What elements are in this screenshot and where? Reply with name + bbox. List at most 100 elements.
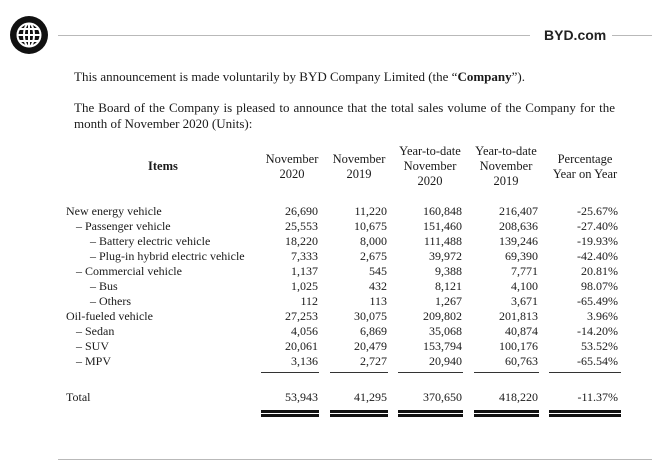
header-line: 2019 bbox=[346, 167, 372, 181]
table-row-label: – Battery electric vehicle bbox=[90, 234, 211, 248]
cell-nov-2019: 113 bbox=[369, 294, 387, 308]
cell-nov-2020: 18,220 bbox=[285, 234, 318, 248]
cell-nov-2020: 27,253 bbox=[285, 309, 318, 323]
header-line: Year-to-date bbox=[399, 144, 461, 158]
cell-yoy-pct: -65.54% bbox=[577, 354, 618, 368]
site-link[interactable]: BYD.com bbox=[544, 27, 606, 43]
table-row-label: – Sedan bbox=[76, 324, 115, 338]
intro-text: This announcement is made voluntarily by… bbox=[74, 69, 458, 84]
cell-ytd-2019: 69,390 bbox=[505, 249, 538, 263]
header-line: 2019 bbox=[493, 174, 519, 188]
column-header-ytd-2019: Year-to-date November 2019 bbox=[470, 144, 542, 189]
cell-nov-2020: 112 bbox=[300, 294, 318, 308]
table-row-label: – Bus bbox=[90, 279, 118, 293]
cell-nov-2019: 6,869 bbox=[360, 324, 387, 338]
cell-ytd-2019: 60,763 bbox=[505, 354, 538, 368]
cell-ytd-2020: 8,121 bbox=[435, 279, 462, 293]
header-line: Year-to-date bbox=[475, 144, 537, 158]
cell-yoy-pct: -27.40% bbox=[577, 219, 618, 233]
cell-ytd-2020: 35,068 bbox=[429, 324, 462, 338]
cell-ytd-2019: 4,100 bbox=[511, 279, 538, 293]
header-line: November bbox=[332, 152, 386, 166]
table-row-label: – Commercial vehicle bbox=[76, 264, 182, 278]
header-line: November bbox=[265, 152, 319, 166]
cell-nov-2019: 432 bbox=[369, 279, 387, 293]
cell-ytd-2019: 216,407 bbox=[499, 204, 538, 218]
total-double-rule bbox=[330, 410, 388, 417]
cell-yoy-pct: -19.93% bbox=[577, 234, 618, 248]
company-term: Company bbox=[457, 69, 512, 84]
header-divider-right bbox=[612, 35, 652, 36]
subtotal-rule bbox=[261, 372, 319, 373]
cell-nov-2020: 1,137 bbox=[291, 264, 318, 278]
cell-ytd-2020: 1,267 bbox=[435, 294, 462, 308]
subtotal-rule bbox=[330, 372, 388, 373]
cell-ytd-2019: 201,813 bbox=[499, 309, 538, 323]
column-header-nov-2019: November 2019 bbox=[328, 152, 390, 182]
subtotal-rule bbox=[474, 372, 539, 373]
cell-nov-2020: 4,056 bbox=[291, 324, 318, 338]
cell-nov-2020: 26,690 bbox=[285, 204, 318, 218]
cell-nov-2019: 20,479 bbox=[354, 339, 387, 353]
table-row-label: – Passenger vehicle bbox=[76, 219, 171, 233]
total-cell-ytd-2019: 418,220 bbox=[499, 390, 538, 404]
table-row-label: Oil-fueled vehicle bbox=[66, 309, 153, 323]
intro-text-end: ”). bbox=[511, 69, 525, 84]
cell-yoy-pct: 20.81% bbox=[581, 264, 618, 278]
cell-ytd-2019: 7,771 bbox=[511, 264, 538, 278]
cell-yoy-pct: 98.07% bbox=[581, 279, 618, 293]
cell-ytd-2020: 20,940 bbox=[429, 354, 462, 368]
table-row-label: New energy vehicle bbox=[66, 204, 162, 218]
header-line: November bbox=[403, 159, 457, 173]
header-line: Year on Year bbox=[552, 167, 618, 181]
cell-nov-2019: 545 bbox=[369, 264, 387, 278]
total-row-label: Total bbox=[66, 390, 91, 404]
cell-yoy-pct: 3.96% bbox=[587, 309, 618, 323]
cell-nov-2020: 7,333 bbox=[291, 249, 318, 263]
cell-yoy-pct: -65.49% bbox=[577, 294, 618, 308]
cell-nov-2020: 1,025 bbox=[291, 279, 318, 293]
header-line: 2020 bbox=[279, 167, 305, 181]
cell-ytd-2020: 9,388 bbox=[435, 264, 462, 278]
table-row-label: – Others bbox=[90, 294, 131, 308]
cell-ytd-2020: 160,848 bbox=[423, 204, 462, 218]
cell-yoy-pct: -14.20% bbox=[577, 324, 618, 338]
cell-nov-2019: 10,675 bbox=[354, 219, 387, 233]
total-cell-nov-2020: 53,943 bbox=[285, 390, 318, 404]
header-line: 2020 bbox=[417, 174, 443, 188]
cell-ytd-2020: 111,488 bbox=[423, 234, 462, 248]
cell-nov-2019: 11,220 bbox=[354, 204, 387, 218]
cell-ytd-2020: 151,460 bbox=[423, 219, 462, 233]
total-double-rule bbox=[474, 410, 539, 417]
cell-ytd-2020: 153,794 bbox=[423, 339, 462, 353]
total-double-rule bbox=[398, 410, 463, 417]
cell-yoy-pct: -25.67% bbox=[577, 204, 618, 218]
table-row-label: – SUV bbox=[76, 339, 110, 353]
table-row-label: – MPV bbox=[76, 354, 112, 368]
cell-ytd-2020: 39,972 bbox=[429, 249, 462, 263]
subtotal-rule bbox=[549, 372, 621, 373]
column-header-nov-2020: November 2020 bbox=[262, 152, 322, 182]
header-line: Percentage bbox=[557, 152, 613, 166]
cell-ytd-2019: 100,176 bbox=[499, 339, 538, 353]
total-cell-ytd-2020: 370,650 bbox=[423, 390, 462, 404]
cell-ytd-2019: 208,636 bbox=[499, 219, 538, 233]
table-row-label: – Plug-in hybrid electric vehicle bbox=[90, 249, 245, 263]
cell-nov-2019: 30,075 bbox=[354, 309, 387, 323]
total-cell-yoy-pct: -11.37% bbox=[577, 390, 618, 404]
cell-ytd-2020: 209,802 bbox=[423, 309, 462, 323]
cell-nov-2019: 8,000 bbox=[360, 234, 387, 248]
cell-nov-2020: 25,553 bbox=[285, 219, 318, 233]
cell-nov-2019: 2,675 bbox=[360, 249, 387, 263]
header-line: November bbox=[479, 159, 533, 173]
cell-ytd-2019: 40,874 bbox=[505, 324, 538, 338]
globe-icon[interactable] bbox=[10, 16, 48, 54]
footer-divider bbox=[58, 459, 652, 460]
total-cell-nov-2019: 41,295 bbox=[354, 390, 387, 404]
cell-nov-2020: 20,061 bbox=[285, 339, 318, 353]
header-divider-left bbox=[58, 35, 530, 36]
cell-yoy-pct: -42.40% bbox=[577, 249, 618, 263]
cell-ytd-2019: 3,671 bbox=[511, 294, 538, 308]
cell-yoy-pct: 53.52% bbox=[581, 339, 618, 353]
board-paragraph: The Board of the Company is pleased to a… bbox=[74, 100, 615, 131]
